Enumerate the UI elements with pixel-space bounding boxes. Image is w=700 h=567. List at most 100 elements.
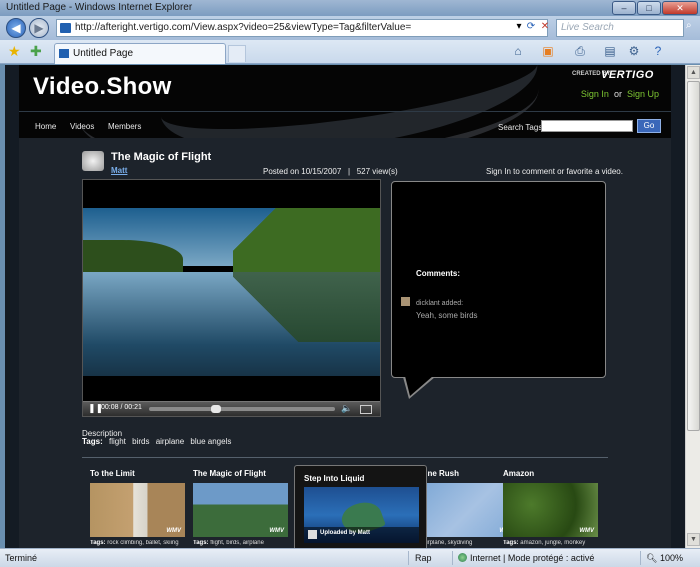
forward-arrow-icon: ▶ [34,21,44,35]
tab-toolbar: ★ ✚ Untitled Page ⌂ ▣ ⎙ ▤ ⚙ ? [0,40,700,64]
player-controls: ❚❚ 00:08 / 00:21 🔈 [83,401,380,416]
related-tags-text: amazon, jungle, monkey [520,540,586,546]
page-favicon-icon [60,23,71,33]
home-icon[interactable]: ⌂ [508,44,528,60]
print-icon[interactable]: ⎙ [570,44,590,60]
video-trees [233,208,380,274]
vertical-scrollbar[interactable]: ▲ ▼ [685,65,700,548]
video-tags: Tags: flight birds airplane blue angels [82,437,235,446]
window-titlebar: Untitled Page - Windows Internet Explore… [0,0,700,16]
comments-bubble-tail [405,376,433,396]
site-nav: Home Videos Members Search Tags Go [19,111,671,138]
wmv-watermark: WMV [166,528,181,534]
related-video[interactable]: The Magic of Flight WMV Tags: flight, bi… [193,469,288,546]
related-video[interactable]: To the Limit WMV Tags: rock climbing, ba… [90,469,185,546]
featured-title[interactable]: Step Into Liquid [304,474,364,483]
related-thumbnail[interactable]: WMV [503,483,598,537]
tab-untitled-page[interactable]: Untitled Page [54,43,226,64]
page-viewport: Video.Show CREATED BY VERTIGO Sign In or… [5,65,685,548]
status-bar: Terminé Rap Internet | Mode protégé : ac… [0,548,700,567]
tag-link[interactable]: birds [132,437,149,446]
wmv-watermark: WMV [579,528,594,534]
status-separator [640,551,641,565]
featured-thumbnail[interactable]: Uploaded by Matt [304,487,419,543]
related-tags-text: airplane, skydiving [423,540,473,546]
add-favorites-icon[interactable]: ✚ [30,43,42,60]
nav-home[interactable]: Home [35,122,56,131]
posted-date: Posted on 10/15/2007 [263,167,342,176]
tools-gear-icon[interactable]: ⚙ [624,44,644,60]
comments-panel [391,181,606,378]
back-button[interactable]: ◀ [6,18,26,38]
scroll-thumb[interactable] [687,81,700,431]
related-tags: Tags: amazon, jungle, monkey [503,540,598,546]
related-video[interactable]: Amazon WMV Tags: amazon, jungle, monkey [503,469,598,546]
nav-members[interactable]: Members [108,122,141,131]
author-avatar[interactable] [82,151,104,171]
related-title[interactable]: To the Limit [90,469,185,479]
search-icon[interactable]: ⌕ [686,20,698,34]
search-tags-label: Search Tags [498,123,543,132]
search-tags-input[interactable] [541,120,633,132]
tag-link[interactable]: blue angels [190,437,231,446]
seek-bar[interactable] [149,407,335,411]
security-zone[interactable]: Internet | Mode protégé : activé [458,553,594,563]
minimize-button[interactable]: – [612,1,636,15]
vertigo-brand[interactable]: VERTIGO [601,69,654,81]
related-tags-text: flight, birds, airplane [210,540,264,546]
featured-video[interactable]: Step Into Liquid Uploaded by Matt [294,465,427,548]
search-input[interactable]: Live Search [556,19,684,37]
sign-in-link[interactable]: Sign In [581,89,609,99]
fullscreen-icon[interactable] [360,405,372,414]
close-button[interactable]: ✕ [662,1,698,15]
related-tags: Tags: rock climbing, ballet, skiing [90,540,185,546]
meta-separator: | [347,167,351,176]
tag-link[interactable]: airplane [156,437,184,446]
help-icon[interactable]: ? [648,44,668,60]
sign-up-link[interactable]: Sign Up [627,89,659,99]
related-thumbnail[interactable]: WMV [193,483,288,537]
address-bar[interactable]: http://afteright.vertigo.com/View.aspx?v… [56,19,548,37]
video-player[interactable]: ❚❚ 00:08 / 00:21 🔈 [82,179,381,417]
related-tags-text: rock climbing, ballet, skiing [107,540,179,546]
video-frame[interactable] [83,208,380,376]
video-reflection [233,272,380,342]
site-container: Video.Show CREATED BY VERTIGO Sign In or… [19,65,671,548]
uploaded-by: Uploaded by Matt [320,530,371,536]
wmv-watermark: WMV [269,528,284,534]
scroll-up-icon[interactable]: ▲ [687,66,700,79]
refresh-icon[interactable]: ⟳ [524,20,538,34]
comment-avatar-icon [401,297,410,306]
forward-button[interactable]: ▶ [29,18,49,38]
new-tab-button[interactable] [228,45,246,62]
seek-handle[interactable] [210,405,221,413]
video-title: The Magic of Flight [111,151,212,163]
related-title[interactable]: Amazon [503,469,598,479]
maximize-button[interactable]: □ [637,1,661,15]
related-tags-label: Tags: [90,540,106,546]
scroll-down-icon[interactable]: ▼ [687,533,700,546]
sign-in-comment-note[interactable]: Sign In to comment or favorite a video. [486,167,623,176]
stop-icon[interactable]: ✕ [538,20,552,34]
status-separator [408,551,409,565]
tags-label: Tags: [82,437,103,446]
status-separator [452,551,453,565]
uploader-avatar-icon [308,530,317,539]
tab-label: Untitled Page [73,48,134,59]
feeds-icon[interactable]: ▣ [538,44,558,60]
go-button[interactable]: Go [637,119,661,133]
related-tags-label: Tags: [503,540,519,546]
view-count: 527 view(s) [356,167,398,176]
favorites-star-icon[interactable]: ★ [8,43,21,60]
window-title: Untitled Page - Windows Internet Explore… [6,2,193,13]
related-thumbnail[interactable]: WMV [90,483,185,537]
tag-link[interactable]: flight [109,437,126,446]
zoom-level[interactable]: 🔍︎ 100% [646,553,683,564]
site-logo[interactable]: Video.Show [33,73,172,101]
nav-videos[interactable]: Videos [70,122,94,131]
window-controls: – □ ✕ [612,1,698,15]
volume-icon[interactable]: 🔈 [341,403,352,414]
video-author-link[interactable]: Matt [111,166,127,175]
page-menu-icon[interactable]: ▤ [600,44,620,60]
related-title[interactable]: The Magic of Flight [193,469,288,479]
